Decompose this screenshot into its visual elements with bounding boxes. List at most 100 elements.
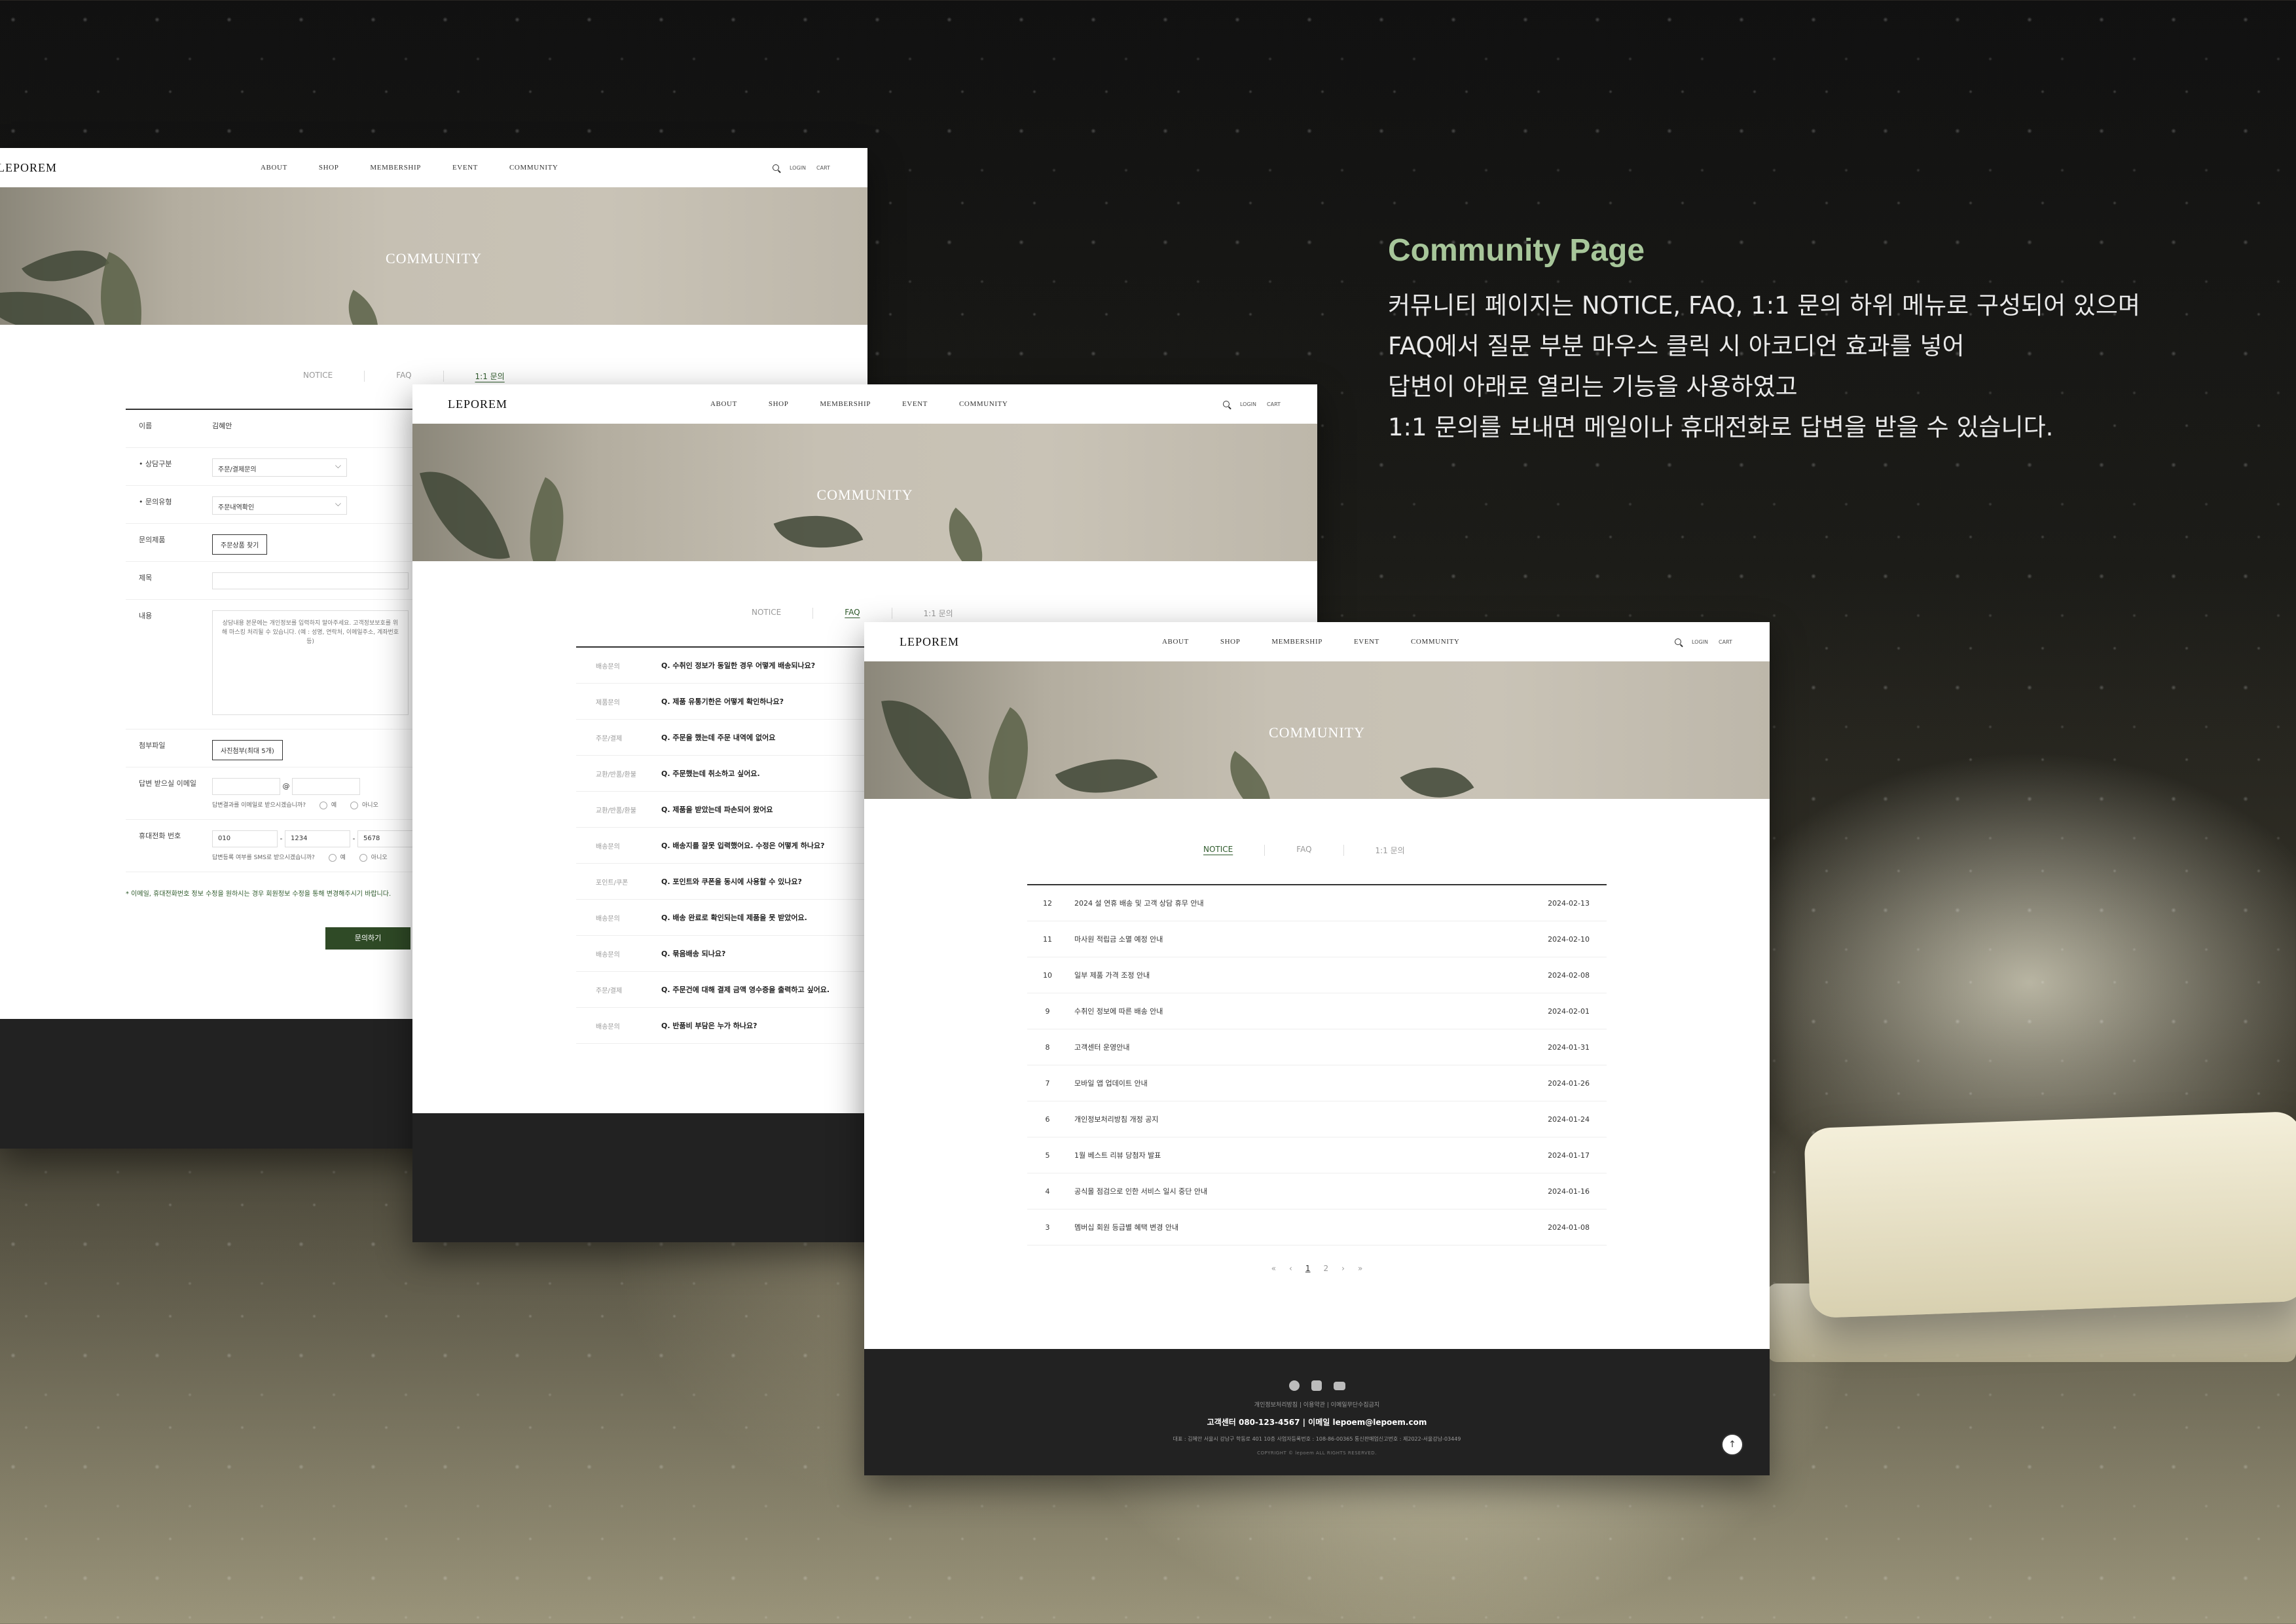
- submit-inquiry-button[interactable]: 문의하기: [325, 927, 410, 950]
- attach-photo-button[interactable]: 사진첨부(최대 5개): [212, 740, 283, 760]
- notice-row[interactable]: 11 마사원 적립금 소멸 예정 안내 2024-02-10: [1027, 921, 1607, 957]
- menu-about[interactable]: ABOUT: [710, 400, 737, 408]
- content-textarea[interactable]: 상담내용 본문에는 개인정보를 입력하지 말아주세요. 고객정보보호를 위해 마…: [212, 610, 409, 715]
- menu-shop[interactable]: SHOP: [1220, 638, 1241, 646]
- hero-banner: COMMUNITY: [864, 661, 1770, 799]
- menu-community[interactable]: COMMUNITY: [1411, 638, 1459, 646]
- faq-question[interactable]: Q. 제품을 받았는데 파손되어 왔어요: [661, 804, 773, 815]
- menu-event[interactable]: EVENT: [902, 400, 928, 408]
- cart-link[interactable]: CART: [1267, 401, 1281, 407]
- notice-number: 5: [1045, 1151, 1050, 1160]
- menu-membership[interactable]: MEMBERSHIP: [1271, 638, 1322, 646]
- notice-title[interactable]: 개인정보처리방침 개정 공지: [1068, 1114, 1535, 1124]
- first-page-button[interactable]: «: [1271, 1264, 1276, 1273]
- login-link[interactable]: LOGIN: [1692, 639, 1708, 645]
- menu-about[interactable]: ABOUT: [261, 164, 287, 172]
- notice-row[interactable]: 6 개인정보처리방침 개정 공지 2024-01-24: [1027, 1101, 1607, 1137]
- faq-question[interactable]: Q. 묶음배송 되나요?: [661, 948, 725, 959]
- find-product-button[interactable]: 주문상품 찾기: [212, 534, 268, 555]
- notice-row[interactable]: 3 멤버십 회원 등급별 혜택 변경 안내 2024-01-08: [1027, 1209, 1607, 1246]
- search-icon[interactable]: [1223, 401, 1230, 407]
- email-id-input[interactable]: [212, 778, 280, 795]
- faq-question[interactable]: Q. 배송 완료로 확인되는데 제품을 못 받았어요.: [661, 912, 807, 923]
- sms-yes-radio[interactable]: [328, 853, 337, 862]
- notice-row[interactable]: 9 수취인 정보에 따른 배송 안내 2024-02-01: [1027, 993, 1607, 1029]
- next-page-button[interactable]: ›: [1341, 1264, 1345, 1273]
- arrow-up-icon[interactable]: ↑: [1721, 1433, 1743, 1456]
- search-icon[interactable]: [1675, 638, 1681, 645]
- tab-notice[interactable]: NOTICE: [720, 608, 814, 619]
- notice-number: 7: [1045, 1079, 1050, 1088]
- faq-question[interactable]: Q. 주문건에 대해 결제 금액 영수증을 출력하고 싶어요.: [661, 984, 829, 995]
- menu-event[interactable]: EVENT: [1354, 638, 1379, 646]
- inquiry-type-select[interactable]: 주문내역확인: [212, 496, 347, 515]
- notice-row[interactable]: 5 1월 베스트 리뷰 당첨자 발표 2024-01-17: [1027, 1137, 1607, 1173]
- menu-shop[interactable]: SHOP: [769, 400, 789, 408]
- tab-inquiry[interactable]: 1:1 문의: [892, 608, 985, 619]
- phone-first-input[interactable]: 010: [212, 830, 278, 847]
- notice-title[interactable]: 2024 설 연휴 배송 및 고객 상담 휴무 안내: [1068, 898, 1535, 908]
- prev-page-button[interactable]: ‹: [1289, 1264, 1292, 1273]
- menu-membership[interactable]: MEMBERSHIP: [370, 164, 421, 172]
- notice-row[interactable]: 10 일부 제품 가격 조정 안내 2024-02-08: [1027, 957, 1607, 993]
- phone-middle-input[interactable]: 1234: [284, 830, 350, 847]
- subject-input[interactable]: [212, 572, 409, 589]
- email-domain-input[interactable]: [292, 778, 360, 795]
- tab-faq[interactable]: FAQ: [365, 371, 444, 382]
- cart-link[interactable]: CART: [816, 165, 830, 171]
- menu-community[interactable]: COMMUNITY: [509, 164, 558, 172]
- footer-links[interactable]: 개인정보처리방침 | 이용약관 | 이메일무단수집금지: [864, 1400, 1770, 1409]
- logo[interactable]: LEPOREM: [0, 161, 57, 175]
- notice-title[interactable]: 고객센터 운영안내: [1068, 1042, 1535, 1052]
- tab-notice[interactable]: NOTICE: [272, 371, 365, 382]
- logo[interactable]: LEPOREM: [448, 397, 507, 411]
- notice-row[interactable]: 12 2024 설 연휴 배송 및 고객 상담 휴무 안내 2024-02-13: [1027, 885, 1607, 921]
- faq-question[interactable]: Q. 주문을 했는데 주문 내역에 없어요: [661, 732, 775, 743]
- faq-question[interactable]: Q. 주문했는데 취소하고 싶어요.: [661, 768, 760, 779]
- consult-type-select[interactable]: 주문/결제문의: [212, 458, 347, 477]
- notice-row[interactable]: 4 공식몰 점검으로 인한 서비스 일시 중단 안내 2024-01-16: [1027, 1173, 1607, 1209]
- youtube-icon[interactable]: [1333, 1382, 1345, 1390]
- facebook-icon[interactable]: [1288, 1380, 1300, 1391]
- notice-date: 2024-02-10: [1548, 934, 1590, 944]
- notice-title[interactable]: 모바일 앱 업데이트 안내: [1068, 1078, 1535, 1088]
- menu-about[interactable]: ABOUT: [1162, 638, 1189, 646]
- faq-question[interactable]: Q. 배송지를 잘못 입력했어요. 수정은 어떻게 하나요?: [661, 840, 824, 851]
- footer-cs: 고객센터 080-123-4567 | 이메일 lepoem@lepoem.co…: [1207, 1418, 1427, 1427]
- email-no-radio[interactable]: [350, 801, 359, 809]
- notice-title[interactable]: 수취인 정보에 따른 배송 안내: [1068, 1006, 1535, 1016]
- instagram-icon[interactable]: [1311, 1380, 1322, 1391]
- tab-notice[interactable]: NOTICE: [1172, 845, 1266, 856]
- notice-title[interactable]: 일부 제품 가격 조정 안내: [1068, 970, 1535, 980]
- menu-shop[interactable]: SHOP: [319, 164, 339, 172]
- description-line: FAQ에서 질문 부분 마우스 클릭 시 아코디언 효과를 넣어: [1388, 332, 1965, 360]
- menu-event[interactable]: EVENT: [452, 164, 478, 172]
- subject-label: 제목: [139, 574, 153, 582]
- tab-inquiry[interactable]: 1:1 문의: [444, 371, 536, 382]
- page-number[interactable]: 2: [1324, 1264, 1329, 1273]
- notice-title[interactable]: 마사원 적립금 소멸 예정 안내: [1068, 934, 1535, 944]
- cart-link[interactable]: CART: [1719, 639, 1732, 645]
- notice-row[interactable]: 8 고객센터 운영안내 2024-01-31: [1027, 1029, 1607, 1065]
- tab-inquiry[interactable]: 1:1 문의: [1344, 845, 1436, 856]
- sms-no-radio[interactable]: [359, 853, 367, 862]
- notice-title[interactable]: 멤버십 회원 등급별 혜택 변경 안내: [1068, 1222, 1535, 1232]
- faq-question[interactable]: Q. 반품비 부담은 누가 하나요?: [661, 1020, 757, 1031]
- menu-community[interactable]: COMMUNITY: [959, 400, 1008, 408]
- notice-row[interactable]: 7 모바일 앱 업데이트 안내 2024-01-26: [1027, 1065, 1607, 1101]
- tab-faq[interactable]: FAQ: [813, 608, 892, 619]
- faq-question[interactable]: Q. 포인트와 쿠폰을 동시에 사용할 수 있나요?: [661, 876, 802, 887]
- login-link[interactable]: LOGIN: [790, 165, 806, 171]
- page-number[interactable]: 1: [1305, 1264, 1311, 1273]
- notice-title[interactable]: 1월 베스트 리뷰 당첨자 발표: [1068, 1150, 1535, 1160]
- tab-faq[interactable]: FAQ: [1265, 845, 1344, 856]
- notice-title[interactable]: 공식몰 점검으로 인한 서비스 일시 중단 안내: [1068, 1186, 1535, 1196]
- search-icon[interactable]: [773, 164, 779, 171]
- login-link[interactable]: LOGIN: [1240, 401, 1256, 407]
- logo[interactable]: LEPOREM: [900, 635, 959, 649]
- faq-question[interactable]: Q. 수취인 정보가 동일한 경우 어떻게 배송되나요?: [661, 660, 815, 671]
- last-page-button[interactable]: »: [1358, 1264, 1362, 1273]
- menu-membership[interactable]: MEMBERSHIP: [820, 400, 871, 408]
- faq-question[interactable]: Q. 제품 유통기한은 어떻게 확인하나요?: [661, 696, 784, 707]
- email-yes-radio[interactable]: [319, 801, 327, 809]
